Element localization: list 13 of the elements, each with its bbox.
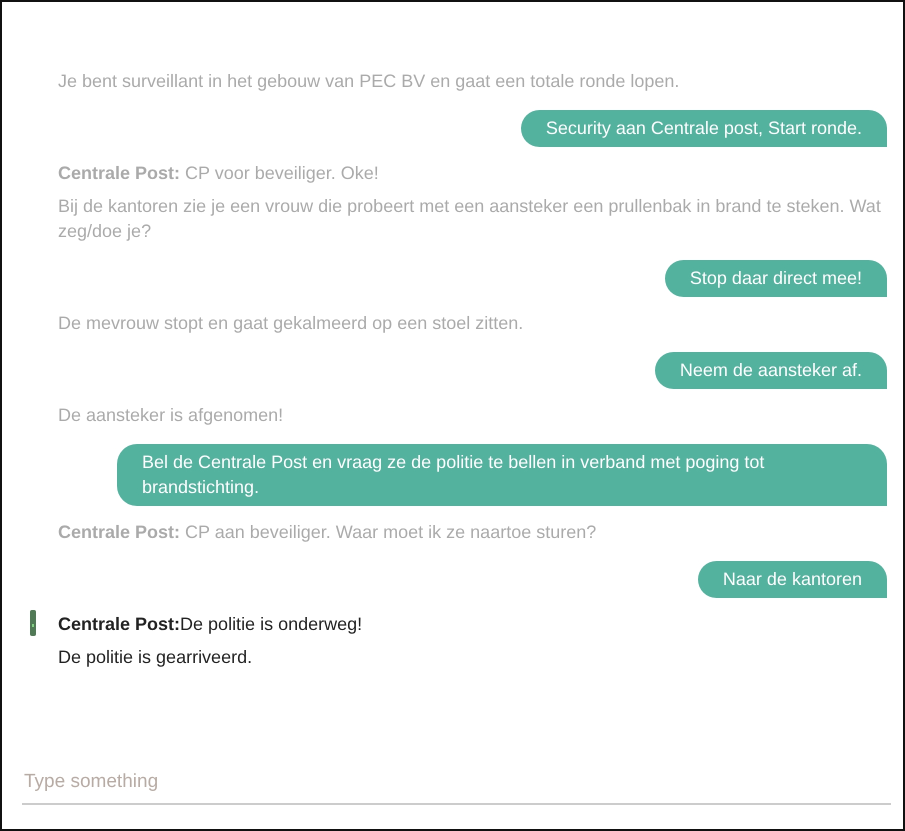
story-text: Centrale Post: CP voor beveiliger. Oke! bbox=[58, 162, 380, 185]
story-text: De politie is gearriveerd. bbox=[58, 646, 254, 669]
story-text: Je bent surveillant in het gebouw van PEC BV en gaat een totale ronde lopen. bbox=[58, 70, 680, 93]
reply-bubble: Stop daar direct mee! bbox=[664, 260, 887, 297]
story-text: De aansteker is afgenomen! bbox=[58, 404, 284, 427]
story-text: Bij de kantoren zie je een vrouw die probeert met een aansteker een prullenbak in brand te steken. Wat zeg/doe je? bbox=[58, 195, 882, 243]
reply-bubble: Naar de kantoren bbox=[698, 561, 887, 598]
story-text: De mevrouw stopt en gaat gekalmeerd op een stoel zitten. bbox=[58, 312, 524, 335]
story-text: Centrale Post: CP aan beveiliger. Waar moet ik ze naartoe sturen? bbox=[58, 521, 598, 544]
story-text: Centrale Post:De politie is onderweg! bbox=[58, 613, 364, 636]
reply-bubble: Security aan Centrale post, Start ronde. bbox=[520, 110, 887, 147]
reply-bubble: Neem de aansteker af. bbox=[654, 352, 887, 389]
reply-bubble: Bel de Centrale Post en vraag ze de politie te bellen in verband met poging tot brandstichting. bbox=[117, 444, 887, 506]
